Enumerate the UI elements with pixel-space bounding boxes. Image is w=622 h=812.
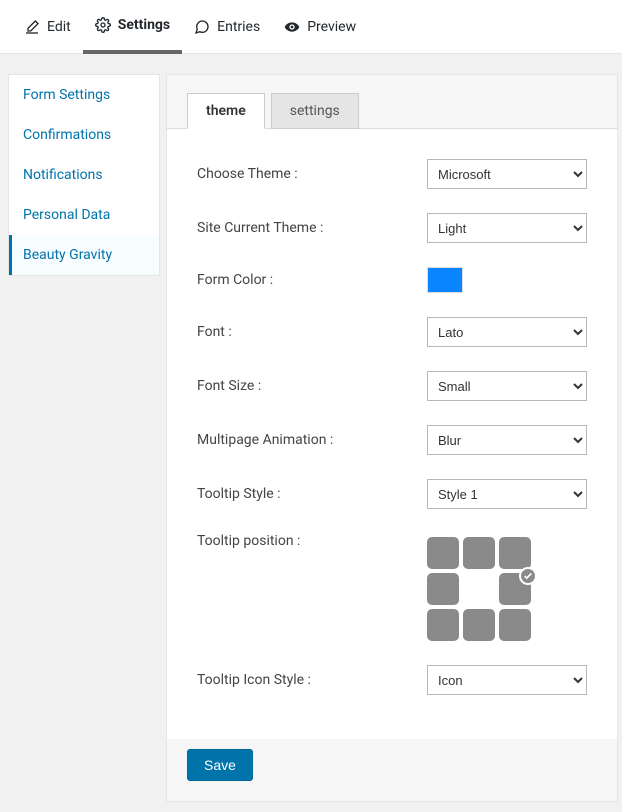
eye-icon — [284, 19, 300, 35]
tab-preview-label: Preview — [307, 19, 356, 35]
sidebar-item-confirmations[interactable]: Confirmations — [9, 115, 159, 155]
tooltip-style-select[interactable]: Style 1 — [427, 479, 587, 509]
topbar: Edit Settings Entries Preview — [0, 0, 622, 54]
inner-tab-theme[interactable]: theme — [187, 93, 265, 129]
tooltip-icon-style-label: Tooltip Icon Style : — [197, 672, 427, 688]
theme-panel: Choose Theme : Microsoft Site Current Th… — [167, 129, 617, 739]
tooltip-pos-bottom-left[interactable] — [427, 609, 459, 641]
form-color-swatch[interactable] — [427, 267, 463, 293]
choose-theme-label: Choose Theme : — [197, 166, 427, 182]
save-button[interactable]: Save — [187, 749, 253, 781]
tooltip-icon-style-select[interactable]: Icon — [427, 665, 587, 695]
tab-edit-label: Edit — [47, 19, 71, 35]
tooltip-pos-top-left[interactable] — [427, 537, 459, 569]
tab-settings[interactable]: Settings — [83, 0, 182, 54]
sidebar-item-personal-data[interactable]: Personal Data — [9, 195, 159, 235]
tooltip-pos-center-disabled — [463, 573, 495, 605]
inner-tabs: theme settings — [167, 75, 617, 129]
sidebar-item-label: Beauty Gravity — [23, 247, 112, 263]
chat-icon — [194, 19, 210, 35]
sidebar-item-label: Notifications — [23, 167, 103, 183]
multipage-anim-label: Multipage Animation : — [197, 432, 427, 448]
gear-icon — [95, 17, 111, 33]
tooltip-pos-bottom-right[interactable] — [499, 609, 531, 641]
choose-theme-select[interactable]: Microsoft — [427, 159, 587, 189]
sidebar-item-notifications[interactable]: Notifications — [9, 155, 159, 195]
tooltip-pos-bottom-center[interactable] — [463, 609, 495, 641]
tooltip-pos-mid-left[interactable] — [427, 573, 459, 605]
tooltip-position-label: Tooltip position : — [197, 533, 427, 549]
sidebar-item-form-settings[interactable]: Form Settings — [9, 75, 159, 115]
site-theme-select[interactable]: Light — [427, 213, 587, 243]
tooltip-pos-mid-right[interactable] — [499, 573, 531, 605]
sidebar-item-label: Form Settings — [23, 87, 110, 103]
multipage-anim-select[interactable]: Blur — [427, 425, 587, 455]
tab-settings-label: Settings — [118, 17, 170, 33]
tab-entries-label: Entries — [217, 19, 260, 35]
tooltip-pos-top-center[interactable] — [463, 537, 495, 569]
tab-preview[interactable]: Preview — [272, 0, 368, 53]
tooltip-pos-top-right[interactable] — [499, 537, 531, 569]
font-size-label: Font Size : — [197, 378, 427, 394]
font-select[interactable]: Lato — [427, 317, 587, 347]
tab-entries[interactable]: Entries — [182, 0, 272, 53]
tooltip-style-label: Tooltip Style : — [197, 486, 427, 502]
main-panel: theme settings Choose Theme : Microsoft … — [166, 74, 618, 802]
tab-edit[interactable]: Edit — [12, 0, 83, 53]
font-label: Font : — [197, 324, 427, 340]
tooltip-position-grid — [427, 537, 587, 641]
inner-tab-label: theme — [206, 103, 246, 119]
check-icon — [519, 567, 537, 585]
sidebar-item-beauty-gravity[interactable]: Beauty Gravity — [9, 235, 159, 275]
edit-icon — [24, 19, 40, 35]
sidebar-item-label: Confirmations — [23, 127, 111, 143]
font-size-select[interactable]: Small — [427, 371, 587, 401]
sidebar-item-label: Personal Data — [23, 207, 110, 223]
form-color-label: Form Color : — [197, 272, 427, 288]
inner-tab-label: settings — [290, 103, 340, 119]
site-theme-label: Site Current Theme : — [197, 220, 427, 236]
inner-tab-settings[interactable]: settings — [271, 93, 359, 129]
sidebar: Form Settings Confirmations Notification… — [8, 74, 160, 276]
